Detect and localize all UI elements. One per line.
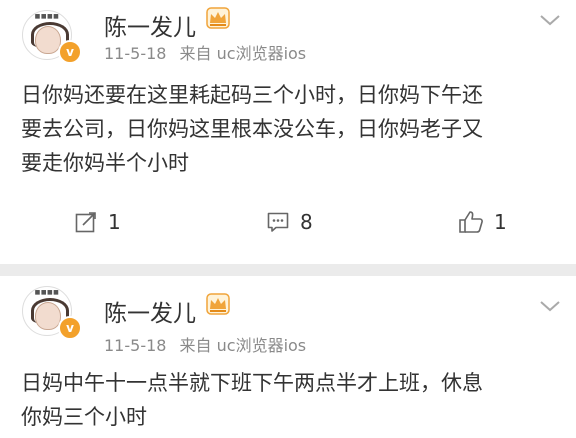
avatar-caption: ■■■■ [34,289,60,296]
avatar[interactable]: ■■■■ v [22,0,84,64]
post-text: 日妈中午十一点半就下班下午两点半才上班，休息 你妈三个小时 [21,366,561,434]
crown-icon [206,293,230,315]
chevron-down-icon[interactable] [538,298,562,314]
like-icon [459,211,483,233]
post-text-line: 要走你妈半个小时 [21,151,189,175]
like-count: 1 [494,210,507,234]
weibo-post: ■■■■ v 陈一发儿 11-5-18 来自 uc浏览器ios 日妈中午十一点半… [0,276,576,438]
post-text-line: 你妈三个小时 [21,405,147,429]
repost-count: 1 [108,210,121,234]
post-date: 11-5-18 [104,44,167,63]
repost-button[interactable]: 1 [74,204,121,240]
comment-count: 8 [300,210,313,234]
post-date: 11-5-18 [104,336,167,355]
weibo-post: ■■■■ v 陈一发儿 11-5-18 来自 uc浏览器ios 日你妈还要在这里… [0,0,576,264]
post-source[interactable]: 来自 uc浏览器ios [180,336,307,355]
repost-icon [75,212,96,233]
avatar-caption: ■■■■ [34,13,60,20]
verified-badge-icon: v [58,316,82,340]
post-text: 日你妈还要在这里耗起码三个小时，日你妈下午还 要去公司，日你妈这里根本没公车，日… [21,78,561,180]
like-button[interactable]: 1 [458,204,507,240]
post-source[interactable]: 来自 uc浏览器ios [180,44,307,63]
post-meta: 11-5-18 来自 uc浏览器ios [104,40,314,64]
username[interactable]: 陈一发儿 [104,8,196,42]
comment-icon [267,212,289,232]
verified-badge-icon: v [58,40,82,64]
crown-icon [206,7,230,29]
avatar[interactable]: ■■■■ v [22,276,84,340]
post-text-line: 日你妈还要在这里耗起码三个小时，日你妈下午还 [21,83,483,107]
username[interactable]: 陈一发儿 [104,294,196,328]
post-text-line: 日妈中午十一点半就下班下午两点半才上班，休息 [21,371,483,395]
post-meta: 11-5-18 来自 uc浏览器ios [104,332,314,356]
comment-button[interactable]: 8 [266,204,313,240]
post-actions: 1 8 1 [0,204,576,240]
chevron-down-icon[interactable] [538,12,562,28]
post-text-line: 要去公司，日你妈这里根本没公车，日你妈老子又 [21,117,483,141]
